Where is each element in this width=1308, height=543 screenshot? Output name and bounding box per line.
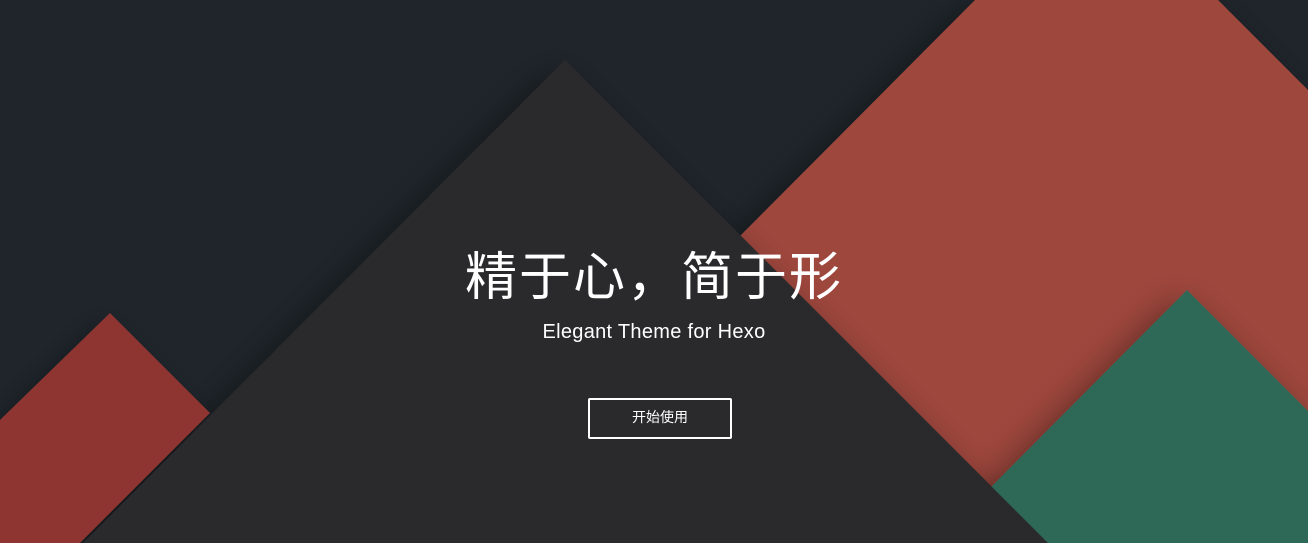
- hero-content: 精于心，简于形 Elegant Theme for Hexo 开始使用: [0, 0, 1308, 543]
- get-started-button[interactable]: 开始使用: [588, 398, 732, 439]
- hero-title: 精于心，简于形: [464, 248, 843, 308]
- hero-banner: 精于心，简于形 Elegant Theme for Hexo 开始使用: [0, 0, 1308, 543]
- hero-subtitle: Elegant Theme for Hexo: [542, 321, 766, 343]
